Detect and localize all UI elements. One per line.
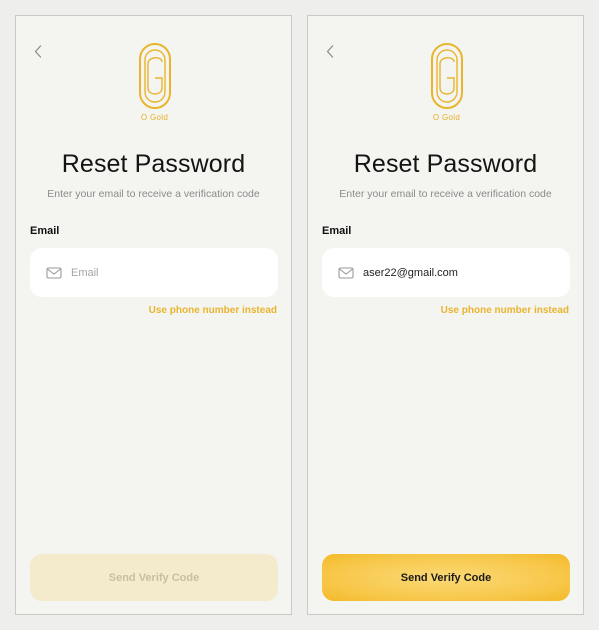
mail-icon xyxy=(46,266,62,279)
brand-logo: O Gold xyxy=(424,42,469,130)
send-verify-code-button[interactable]: Send Verify Code xyxy=(30,554,278,601)
use-phone-link[interactable]: Use phone number instead xyxy=(441,305,569,316)
reset-password-screen-empty: O Gold Reset Password Enter your email t… xyxy=(15,15,292,615)
o-gold-logo-icon xyxy=(430,43,463,109)
page-subtitle: Enter your email to receive a verificati… xyxy=(339,188,552,200)
brand-logo: O Gold xyxy=(132,42,177,130)
reset-password-screen-filled: O Gold Reset Password Enter your email t… xyxy=(307,15,584,615)
brand-name: O Gold xyxy=(140,113,169,122)
chevron-left-icon xyxy=(326,44,334,58)
back-button[interactable] xyxy=(322,42,338,60)
email-field[interactable]: Email xyxy=(30,248,278,297)
chevron-left-icon xyxy=(34,44,42,58)
o-gold-logo-icon xyxy=(138,43,171,109)
email-placeholder: Email xyxy=(71,266,99,279)
use-phone-link[interactable]: Use phone number instead xyxy=(149,305,277,316)
page-title: Reset Password xyxy=(61,150,246,178)
back-button[interactable] xyxy=(30,42,46,60)
page-subtitle: Enter your email to receive a verificati… xyxy=(47,188,260,200)
email-field[interactable]: aser22@gmail.com xyxy=(322,248,570,297)
page-title: Reset Password xyxy=(353,150,538,178)
brand-name: O Gold xyxy=(432,113,461,122)
email-label: Email xyxy=(322,225,352,237)
mail-icon xyxy=(338,266,354,279)
email-label: Email xyxy=(30,225,60,237)
send-verify-code-button[interactable]: Send Verify Code xyxy=(322,554,570,601)
email-value: aser22@gmail.com xyxy=(363,266,458,279)
